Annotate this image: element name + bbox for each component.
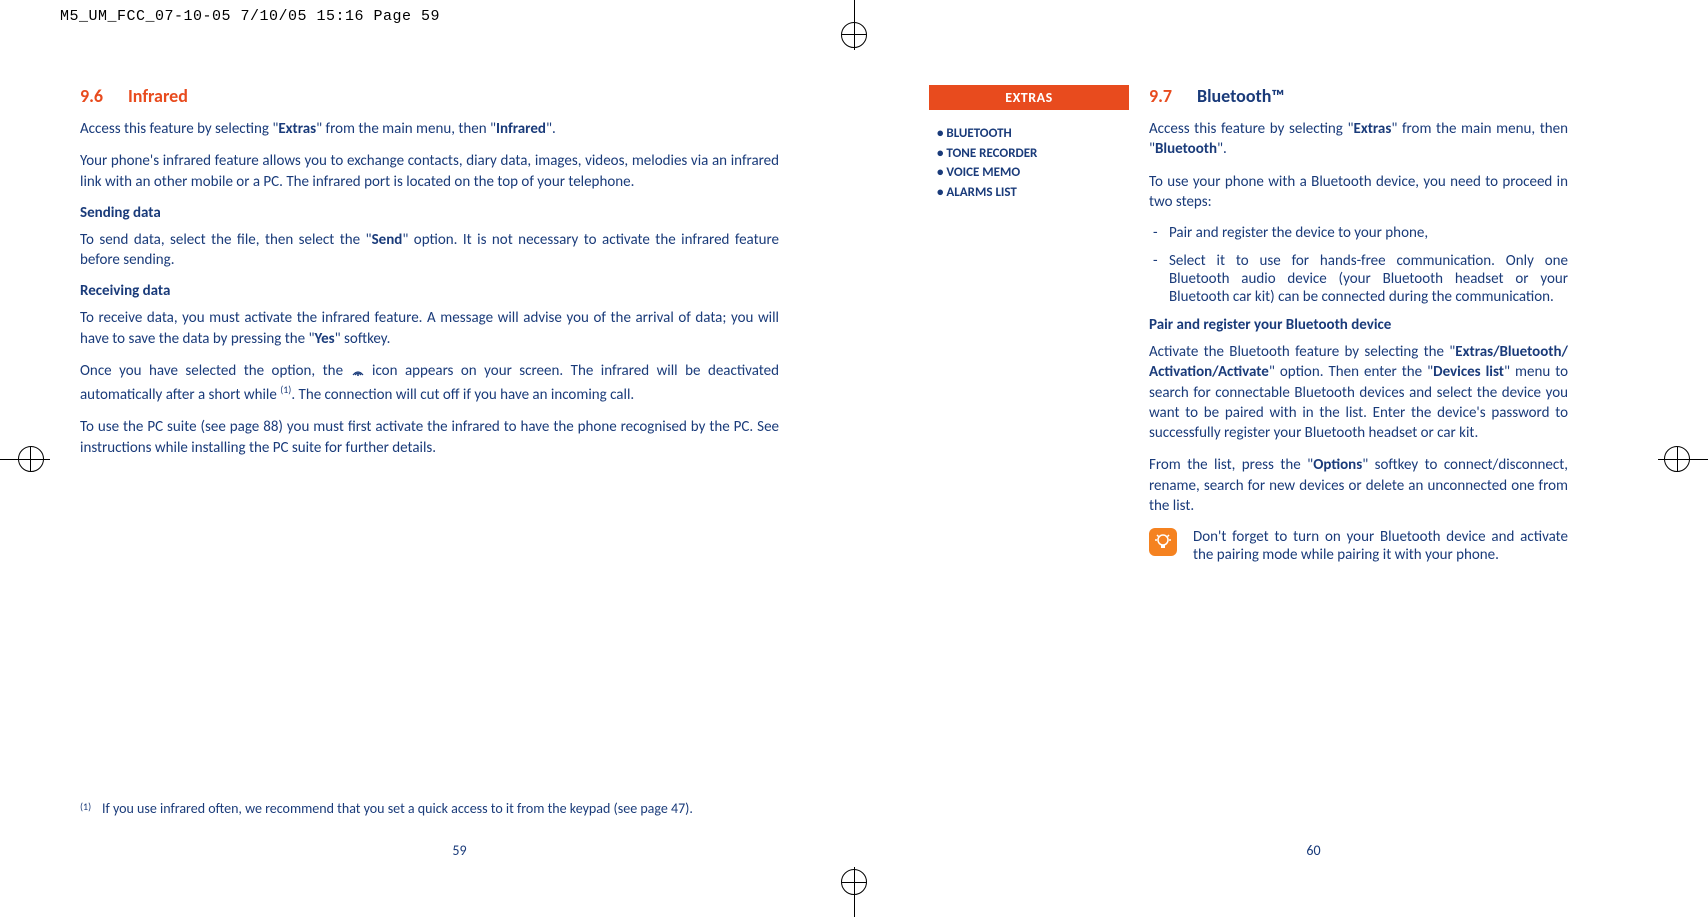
paragraph: Activate the Bluetooth feature by select… [1149, 342, 1568, 443]
footnote-text: If you use infrared often, we recommend … [102, 800, 779, 817]
list-item: -Pair and register the device to your ph… [1153, 224, 1568, 242]
subheading-pair-register: Pair and register your Bluetooth device [1149, 316, 1568, 334]
extras-item-bluetooth: BLUETOOTH [937, 124, 1129, 144]
page-60: EXTRAS BLUETOOTH TONE RECORDER VOICE MEM… [919, 70, 1708, 867]
steps-list: -Pair and register the device to your ph… [1153, 224, 1568, 306]
lightbulb-icon [1149, 528, 1177, 556]
paragraph: Access this feature by selecting "Extras… [80, 119, 779, 139]
section-title: Infrared [128, 85, 188, 107]
paragraph: To receive data, you must activate the i… [80, 308, 779, 349]
crop-mark-top [814, 0, 894, 50]
paragraph: To use your phone with a Bluetooth devic… [1149, 172, 1568, 213]
paragraph: To use the PC suite (see page 88) you mu… [80, 417, 779, 458]
footnote: (1) If you use infrared often, we recomm… [80, 800, 779, 817]
tip-text: Don't forget to turn on your Bluetooth d… [1193, 528, 1568, 564]
paragraph: Once you have selected the option, the i… [80, 361, 779, 406]
print-slug: M5_UM_FCC_07-10-05 7/10/05 15:16 Page 59 [60, 8, 440, 25]
paragraph: To send data, select the file, then sele… [80, 230, 779, 271]
extras-navbox-list: BLUETOOTH TONE RECORDER VOICE MEMO ALARM… [929, 124, 1129, 202]
page-59: 9.6Infrared Access this feature by selec… [0, 70, 919, 867]
section-heading-bluetooth: 9.7Bluetooth™ [1149, 85, 1568, 107]
paragraph: Your phone's infrared feature allows you… [80, 151, 779, 192]
page-number: 60 [919, 842, 1708, 859]
section-title: Bluetooth™ [1197, 85, 1284, 107]
page-number: 59 [0, 842, 919, 859]
extras-item-tone-recorder: TONE RECORDER [937, 144, 1129, 164]
paragraph: Access this feature by selecting "Extras… [1149, 119, 1568, 160]
tip-callout: Don't forget to turn on your Bluetooth d… [1149, 528, 1568, 564]
paragraph: From the list, press the "Options" softk… [1149, 455, 1568, 516]
extras-item-alarms-list: ALARMS LIST [937, 183, 1129, 203]
section-number: 9.7 [1149, 85, 1197, 107]
crop-mark-bottom [814, 867, 894, 917]
extras-item-voice-memo: VOICE MEMO [937, 163, 1129, 183]
extras-navbox-title: EXTRAS [929, 85, 1129, 110]
footnote-ref: (1) [280, 383, 291, 396]
subheading-sending-data: Sending data [80, 204, 779, 222]
section-number: 9.6 [80, 85, 128, 107]
footnote-marker: (1) [80, 800, 102, 817]
infrared-icon [351, 363, 365, 383]
list-item: -Select it to use for hands-free communi… [1153, 252, 1568, 306]
section-heading-infrared: 9.6Infrared [80, 85, 779, 107]
subheading-receiving-data: Receiving data [80, 282, 779, 300]
